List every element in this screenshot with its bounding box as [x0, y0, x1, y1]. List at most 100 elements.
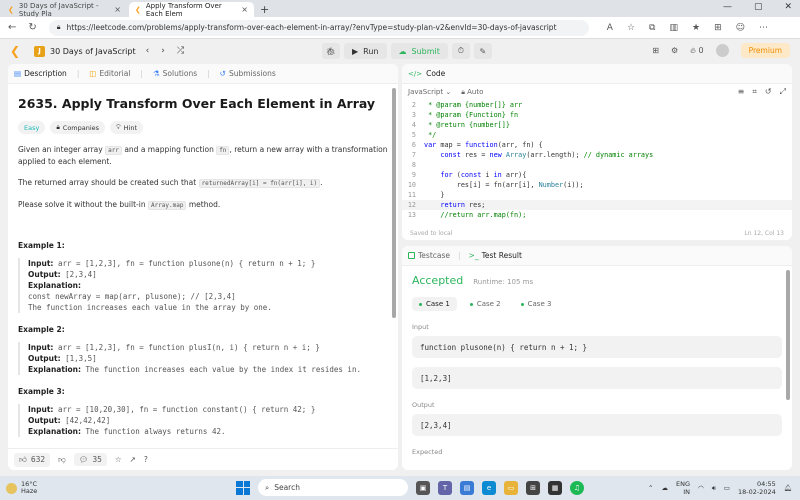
- run-button[interactable]: ▶ Run: [344, 43, 387, 59]
- taskbar-search[interactable]: ⌕ Search: [258, 479, 408, 496]
- prev-problem-icon[interactable]: ‹: [146, 46, 150, 56]
- volume-icon[interactable]: 🔊︎: [712, 484, 716, 493]
- close-window-icon[interactable]: ✕: [784, 2, 792, 12]
- example-box: Input: arr = [10,20,30], fn = function c…: [18, 404, 388, 437]
- tab-label: Solutions: [162, 69, 198, 78]
- case-tab-3[interactable]: Case 3: [514, 297, 559, 311]
- settings-icon[interactable]: ⚙: [671, 46, 678, 55]
- case-tab-2[interactable]: Case 2: [463, 297, 508, 311]
- tab-description[interactable]: ▤ Description: [14, 69, 67, 78]
- browser-tab-problem[interactable]: ❮ Apply Transform Over Each Elem ×: [129, 1, 254, 18]
- runtime-text: Runtime: 105 ms: [473, 278, 534, 286]
- code-toolbar: JavaScript ⌄ 🔒︎ Auto ≡ ⌗ ↺ ⤢: [402, 84, 792, 100]
- store-icon[interactable]: ⊞: [526, 480, 540, 495]
- favorites-icon[interactable]: ★: [692, 23, 700, 33]
- wifi-icon[interactable]: ◠: [698, 484, 704, 492]
- result-scrollbar[interactable]: [786, 270, 790, 400]
- language-indicator[interactable]: ENG IN: [676, 480, 690, 496]
- leetcode-logo-icon[interactable]: ❮: [10, 44, 24, 58]
- layout-icon[interactable]: ⊞: [652, 46, 659, 55]
- result-panel: Testcase | >_ Test Result Accepted Runti…: [402, 246, 792, 470]
- favorite-icon[interactable]: ☆: [627, 23, 635, 33]
- avatar[interactable]: [715, 44, 729, 57]
- clock[interactable]: 04:55 18-02-2024: [738, 480, 776, 496]
- premium-button[interactable]: Premium: [740, 43, 790, 58]
- browser-tab-title: 30 Days of JavaScript - Study Pla: [18, 1, 99, 18]
- mode-select[interactable]: 🔒︎ Auto: [461, 88, 483, 97]
- flask-icon: ⚗: [152, 69, 160, 78]
- maximize-icon[interactable]: ▢: [754, 2, 763, 12]
- close-icon[interactable]: ×: [114, 5, 121, 14]
- files-icon[interactable]: ▤: [460, 480, 474, 495]
- tab-testcase[interactable]: Testcase: [408, 251, 450, 260]
- fullscreen-icon[interactable]: ⤢: [780, 87, 786, 97]
- collections-icon[interactable]: ⊞: [714, 23, 722, 33]
- battery-icon[interactable]: ▭: [724, 484, 730, 492]
- hint-tag[interactable]: 💡︎ Hint: [110, 121, 144, 134]
- description-footer: 👍︎ 632 👎︎ 💬︎ 35 ☆ ↗ ?: [8, 448, 398, 470]
- tab-test-result[interactable]: >_ Test Result: [469, 251, 522, 260]
- run-label: Run: [363, 46, 379, 56]
- bookmark-icon[interactable]: ⌗: [752, 87, 757, 97]
- shuffle-icon[interactable]: ⤮: [177, 46, 184, 56]
- like-button[interactable]: 👍︎ 632: [14, 452, 51, 467]
- description-paragraph: The returned array should be created suc…: [18, 178, 323, 188]
- read-aloud-icon[interactable]: A: [607, 23, 613, 33]
- input-label: Input: [412, 323, 429, 331]
- reload-icon[interactable]: ↻: [28, 22, 36, 33]
- teams-icon[interactable]: T: [438, 480, 452, 495]
- companies-tag[interactable]: 🔒︎ Companies: [50, 121, 106, 134]
- format-icon[interactable]: ≡: [738, 87, 745, 97]
- reset-icon[interactable]: ↺: [765, 87, 772, 97]
- streak-counter[interactable]: 🔥︎ 0: [690, 46, 704, 56]
- search-icon: ⌕: [265, 482, 270, 492]
- submit-button[interactable]: ☁ Submit: [390, 43, 448, 59]
- explorer-icon[interactable]: ▭: [504, 480, 518, 495]
- notes-icon[interactable]: ✎: [473, 43, 492, 59]
- app-icon[interactable]: ▦: [548, 480, 562, 495]
- chevron-up-icon[interactable]: ⌃: [648, 484, 653, 492]
- start-icon[interactable]: [236, 480, 250, 495]
- weather-widget[interactable]: 16°C Haze: [6, 481, 37, 495]
- notifications-icon[interactable]: 🔔︎: [784, 484, 792, 492]
- browser-tab-study-plan[interactable]: ❮ 30 Days of JavaScript - Study Pla ×: [2, 1, 127, 18]
- spotify-icon[interactable]: ♫: [570, 480, 584, 495]
- debug-icon[interactable]: 🐞︎: [322, 43, 340, 59]
- more-icon[interactable]: ⋯: [759, 23, 768, 33]
- companies-label: Companies: [62, 123, 100, 132]
- study-plan-title[interactable]: 30 Days of JavaScript: [50, 47, 136, 56]
- extensions-icon[interactable]: ⧉: [649, 23, 655, 33]
- close-icon[interactable]: ×: [241, 5, 248, 14]
- cloud-icon[interactable]: ☁: [662, 484, 669, 492]
- browser-tab-title: Apply Transform Over Each Elem: [145, 1, 222, 18]
- result-body: Accepted Runtime: 105 ms Case 1 Case 2 C…: [402, 266, 792, 464]
- minimize-icon[interactable]: —: [723, 2, 732, 12]
- output-value: [2,3,4]: [412, 414, 782, 436]
- edge-icon[interactable]: e: [482, 480, 496, 495]
- timer-icon[interactable]: ⏱: [451, 43, 470, 59]
- split-icon[interactable]: ▥: [669, 23, 678, 33]
- url-field[interactable]: 🔒︎ https://leetcode.com/problems/apply-t…: [48, 19, 589, 36]
- help-icon[interactable]: ?: [144, 455, 148, 464]
- leetcode-favicon: ❮: [8, 5, 14, 14]
- tab-solutions[interactable]: ⚗ Solutions: [153, 69, 197, 78]
- tab-editorial[interactable]: ◫ Editorial: [89, 69, 130, 78]
- task-view-icon[interactable]: ▣: [416, 480, 430, 495]
- new-tab-button[interactable]: +: [260, 2, 269, 17]
- code-panel-title: Code: [426, 69, 446, 78]
- share-icon[interactable]: ↗: [130, 455, 136, 464]
- profile-icon[interactable]: ☺: [736, 23, 745, 33]
- star-icon[interactable]: ☆: [115, 455, 122, 464]
- case-tab-1[interactable]: Case 1: [412, 297, 457, 311]
- tab-submissions[interactable]: ↺ Submissions: [220, 69, 276, 78]
- description-panel: ▤ Description | ◫ Editorial | ⚗ Solution…: [8, 64, 398, 470]
- study-plan-icon: J: [34, 45, 45, 57]
- leetcode-header: ❮ J 30 Days of JavaScript ‹ › ⤮ 🐞︎ ▶ Run…: [0, 39, 800, 63]
- code-editor[interactable]: 2 * @param {number[]} arr 3 * @param {Fu…: [402, 100, 792, 220]
- back-icon[interactable]: ←: [8, 22, 16, 33]
- language-select[interactable]: JavaScript ⌄: [408, 88, 451, 96]
- dislike-icon[interactable]: 👎︎: [58, 455, 66, 465]
- description-scrollbar[interactable]: [392, 88, 396, 318]
- comments-button[interactable]: 💬︎ 35: [73, 453, 107, 466]
- next-problem-icon[interactable]: ›: [161, 46, 165, 56]
